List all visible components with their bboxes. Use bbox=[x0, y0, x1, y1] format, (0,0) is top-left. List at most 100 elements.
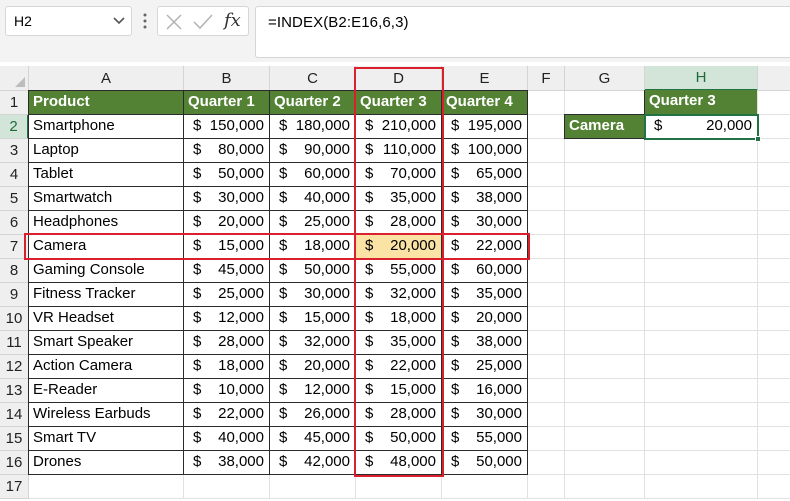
grid-cell[interactable] bbox=[758, 283, 790, 307]
grid-cell[interactable] bbox=[528, 259, 565, 283]
table-header-cell[interactable]: Quarter 1 bbox=[183, 90, 270, 115]
fx-icon[interactable]: fx bbox=[224, 10, 241, 31]
value-cell[interactable]: $55,000 bbox=[441, 426, 528, 451]
column-header-g[interactable]: G bbox=[565, 66, 645, 91]
value-cell[interactable]: $90,000 bbox=[269, 138, 356, 163]
grid-cell[interactable] bbox=[645, 139, 758, 163]
lookup-header-cell[interactable]: Quarter 3 bbox=[644, 90, 758, 115]
value-cell[interactable]: $45,000 bbox=[269, 426, 356, 451]
table-header-cell[interactable]: Quarter 3 bbox=[355, 90, 442, 115]
column-header-e[interactable]: E bbox=[442, 66, 528, 91]
product-cell[interactable]: Tablet bbox=[28, 162, 184, 187]
value-cell[interactable]: $45,000 bbox=[183, 258, 270, 283]
grid-cell[interactable] bbox=[758, 427, 790, 451]
column-header-c[interactable]: C bbox=[270, 66, 356, 91]
grid-cell[interactable] bbox=[565, 355, 645, 379]
value-cell[interactable]: $28,000 bbox=[355, 402, 442, 427]
row-header-6[interactable]: 6 bbox=[0, 211, 29, 235]
value-cell[interactable]: $50,000 bbox=[269, 258, 356, 283]
grid-cell[interactable] bbox=[645, 475, 758, 499]
product-cell[interactable]: Camera bbox=[28, 234, 184, 259]
value-cell[interactable]: $150,000 bbox=[183, 114, 270, 139]
grid-cell[interactable] bbox=[758, 259, 790, 283]
grid-cell[interactable] bbox=[528, 235, 565, 259]
grid-cell[interactable] bbox=[29, 475, 184, 499]
lookup-value-cell[interactable]: $20,000 bbox=[644, 114, 758, 139]
check-icon[interactable] bbox=[193, 14, 213, 30]
row-header-11[interactable]: 11 bbox=[0, 331, 29, 355]
value-cell[interactable]: $40,000 bbox=[269, 186, 356, 211]
value-cell[interactable]: $22,000 bbox=[355, 354, 442, 379]
value-cell[interactable]: $30,000 bbox=[441, 402, 528, 427]
row-header-12[interactable]: 12 bbox=[0, 355, 29, 379]
value-cell[interactable]: $50,000 bbox=[183, 162, 270, 187]
grid-cell[interactable] bbox=[528, 115, 565, 139]
value-cell[interactable]: $10,000 bbox=[183, 378, 270, 403]
value-cell[interactable]: $22,000 bbox=[183, 402, 270, 427]
product-cell[interactable]: Fitness Tracker bbox=[28, 282, 184, 307]
grid-cell[interactable] bbox=[645, 451, 758, 475]
product-cell[interactable]: Headphones bbox=[28, 210, 184, 235]
grid-cell[interactable] bbox=[645, 163, 758, 187]
value-cell[interactable]: $20,000 bbox=[355, 234, 442, 259]
value-cell[interactable]: $35,000 bbox=[355, 186, 442, 211]
grid-cell[interactable] bbox=[184, 475, 270, 499]
grid-cell[interactable] bbox=[528, 91, 565, 115]
value-cell[interactable]: $18,000 bbox=[355, 306, 442, 331]
value-cell[interactable]: $210,000 bbox=[355, 114, 442, 139]
row-header-13[interactable]: 13 bbox=[0, 379, 29, 403]
value-cell[interactable]: $100,000 bbox=[441, 138, 528, 163]
grid-cell[interactable] bbox=[565, 427, 645, 451]
table-header-cell[interactable]: Product bbox=[28, 90, 184, 115]
grid-cell[interactable] bbox=[442, 475, 528, 499]
value-cell[interactable]: $80,000 bbox=[183, 138, 270, 163]
grid-cell[interactable] bbox=[758, 451, 790, 475]
grid-cell[interactable] bbox=[645, 403, 758, 427]
row-header-8[interactable]: 8 bbox=[0, 259, 29, 283]
grid-cell[interactable] bbox=[528, 283, 565, 307]
grid-cell[interactable] bbox=[645, 379, 758, 403]
grid-cell[interactable] bbox=[356, 475, 442, 499]
grid-cell[interactable] bbox=[758, 115, 790, 139]
value-cell[interactable]: $30,000 bbox=[269, 282, 356, 307]
product-cell[interactable]: Smartphone bbox=[28, 114, 184, 139]
value-cell[interactable]: $38,000 bbox=[183, 450, 270, 475]
grid-cell[interactable] bbox=[528, 427, 565, 451]
value-cell[interactable]: $25,000 bbox=[441, 354, 528, 379]
product-cell[interactable]: Smartwatch bbox=[28, 186, 184, 211]
grid-cell[interactable] bbox=[565, 379, 645, 403]
grid-cell[interactable] bbox=[528, 211, 565, 235]
grid-cell[interactable] bbox=[758, 331, 790, 355]
grid-cell[interactable] bbox=[645, 331, 758, 355]
row-header-7[interactable]: 7 bbox=[0, 235, 29, 259]
grid-cell[interactable] bbox=[758, 139, 790, 163]
grid-cell[interactable] bbox=[758, 307, 790, 331]
value-cell[interactable]: $28,000 bbox=[355, 210, 442, 235]
grid-cell[interactable] bbox=[528, 331, 565, 355]
column-header-b[interactable]: B bbox=[184, 66, 270, 91]
value-cell[interactable]: $20,000 bbox=[441, 306, 528, 331]
chevron-down-icon[interactable] bbox=[113, 16, 125, 26]
grid-cell[interactable] bbox=[565, 139, 645, 163]
product-cell[interactable]: Smart Speaker bbox=[28, 330, 184, 355]
row-header-1[interactable]: 1 bbox=[0, 91, 29, 115]
row-header-9[interactable]: 9 bbox=[0, 283, 29, 307]
value-cell[interactable]: $32,000 bbox=[355, 282, 442, 307]
row-header-16[interactable]: 16 bbox=[0, 451, 29, 475]
name-box[interactable]: H2 bbox=[5, 6, 132, 36]
value-cell[interactable]: $30,000 bbox=[183, 186, 270, 211]
grid-cell[interactable] bbox=[528, 139, 565, 163]
product-cell[interactable]: VR Headset bbox=[28, 306, 184, 331]
grid-cell[interactable] bbox=[758, 211, 790, 235]
value-cell[interactable]: $32,000 bbox=[269, 330, 356, 355]
value-cell[interactable]: $195,000 bbox=[441, 114, 528, 139]
row-header-15[interactable]: 15 bbox=[0, 427, 29, 451]
grid-cell[interactable] bbox=[565, 403, 645, 427]
value-cell[interactable]: $48,000 bbox=[355, 450, 442, 475]
grid-cell[interactable] bbox=[645, 187, 758, 211]
grid-cell[interactable] bbox=[645, 283, 758, 307]
vertical-dots-icon[interactable] bbox=[142, 13, 148, 29]
grid-cell[interactable] bbox=[528, 475, 565, 499]
grid-cell[interactable] bbox=[758, 235, 790, 259]
grid-cell[interactable] bbox=[565, 163, 645, 187]
